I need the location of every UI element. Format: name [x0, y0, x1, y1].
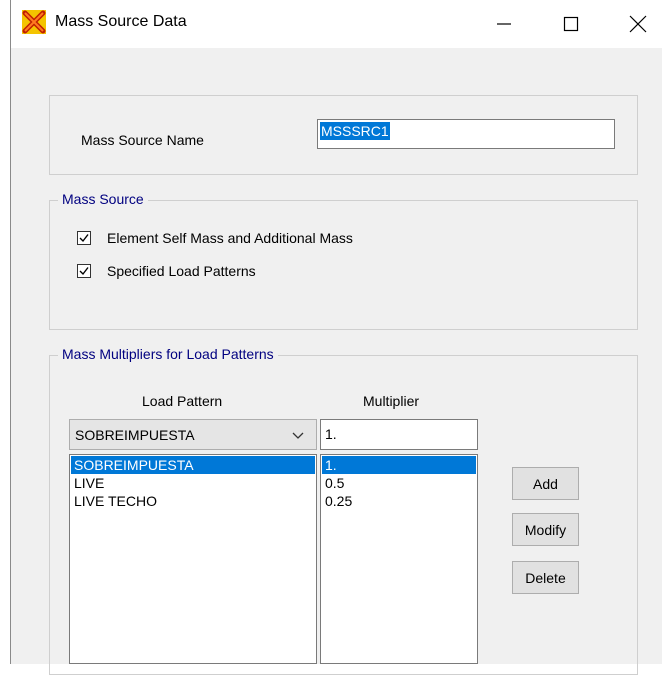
- mass-source-name-value: MSSSRC1: [320, 122, 390, 140]
- mass-multipliers-legend: Mass Multipliers for Load Patterns: [58, 346, 278, 362]
- chevron-down-icon: [292, 432, 304, 439]
- add-button[interactable]: Add: [512, 467, 579, 500]
- list-item[interactable]: 0.25: [322, 492, 476, 510]
- list-item[interactable]: SOBREIMPUESTA: [71, 456, 315, 474]
- mass-source-data-dialog: Mass Source Data Mass Source Name MSSSRC…: [10, 0, 662, 675]
- element-self-mass-label[interactable]: Element Self Mass and Additional Mass: [107, 230, 353, 246]
- mass-source-name-group: Mass Source Name MSSSRC1: [49, 95, 638, 175]
- specified-load-patterns-label[interactable]: Specified Load Patterns: [107, 263, 256, 279]
- multiplier-input-value: 1.: [325, 426, 337, 442]
- list-item[interactable]: LIVE: [71, 474, 315, 492]
- list-item[interactable]: LIVE TECHO: [71, 492, 315, 510]
- delete-button[interactable]: Delete: [512, 561, 579, 594]
- load-pattern-header: Load Pattern: [142, 393, 223, 409]
- app-icon: [22, 10, 46, 34]
- multiplier-list[interactable]: 1. 0.5 0.25: [320, 454, 478, 664]
- mass-multipliers-group: Mass Multipliers for Load Patterns Load …: [49, 346, 638, 675]
- multiplier-header: Multiplier: [363, 393, 420, 409]
- multiplier-input[interactable]: 1.: [320, 419, 478, 450]
- maximize-icon: [563, 16, 579, 32]
- close-icon: [629, 15, 647, 33]
- mass-source-name-input[interactable]: MSSSRC1: [317, 119, 615, 149]
- load-pattern-list[interactable]: SOBREIMPUESTA LIVE LIVE TECHO: [69, 454, 317, 664]
- maximize-button[interactable]: [546, 0, 596, 48]
- minimize-icon: [497, 23, 511, 25]
- mass-source-group: Mass Source Element Self Mass and Additi…: [49, 191, 638, 330]
- load-pattern-dropdown[interactable]: SOBREIMPUESTA: [69, 419, 317, 450]
- mass-source-legend: Mass Source: [58, 191, 148, 207]
- list-item[interactable]: 1.: [322, 456, 476, 474]
- mass-source-name-label: Mass Source Name: [81, 132, 204, 148]
- checkmark-icon: [79, 234, 89, 243]
- close-button[interactable]: [613, 0, 662, 48]
- window-title: Mass Source Data: [55, 13, 187, 30]
- specified-load-patterns-checkbox[interactable]: [77, 264, 91, 278]
- minimize-button[interactable]: [479, 0, 529, 48]
- load-pattern-dropdown-value: SOBREIMPUESTA: [75, 427, 195, 443]
- title-bar[interactable]: Mass Source Data: [11, 0, 662, 48]
- element-self-mass-checkbox[interactable]: [77, 231, 91, 245]
- checkmark-icon: [79, 267, 89, 276]
- modify-button[interactable]: Modify: [512, 513, 579, 546]
- list-item[interactable]: 0.5: [322, 474, 476, 492]
